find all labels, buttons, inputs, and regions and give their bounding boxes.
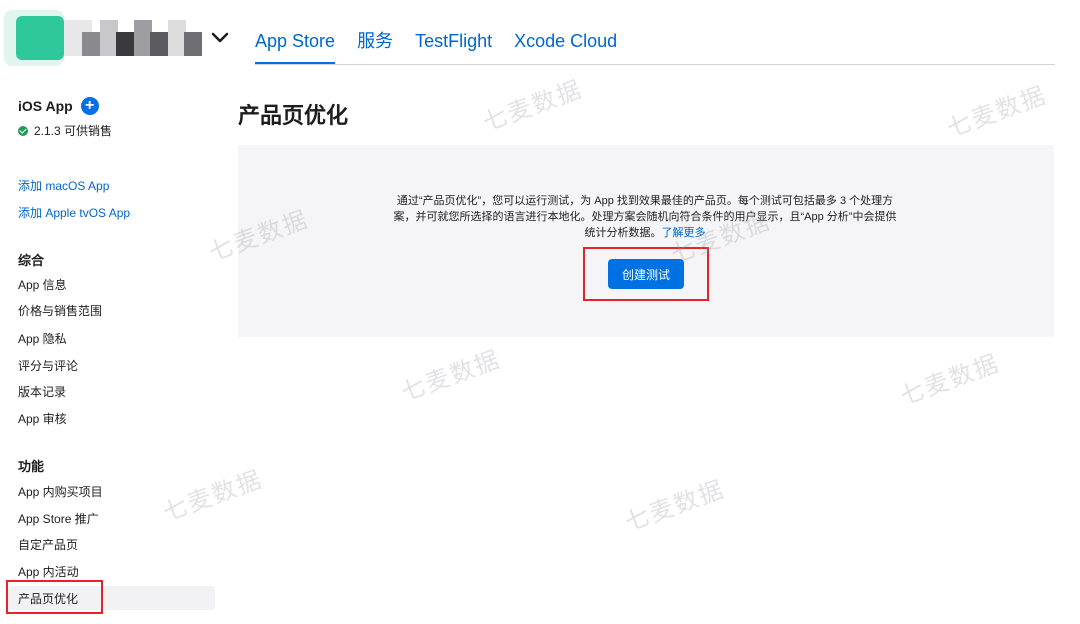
sidebar-item-app-review[interactable]: App 审核 bbox=[18, 410, 67, 427]
highlight-box-sidebar bbox=[6, 580, 103, 614]
top-nav-divider bbox=[255, 64, 1055, 65]
sidebar: iOS App + 2.1.3 可供销售 添加 macOS App 添加 App… bbox=[0, 0, 225, 624]
version-status-label: 2.1.3 可供销售 bbox=[34, 124, 113, 138]
watermark: 七麦数据 bbox=[397, 344, 505, 407]
page-title: 产品页优化 bbox=[238, 103, 349, 128]
tab-services[interactable]: 服务 bbox=[357, 29, 393, 53]
empty-state-description: 通过“产品页优化”，您可以运行测试，为 App 找到效果最佳的产品页。每个测试可… bbox=[345, 193, 945, 241]
version-status[interactable]: 2.1.3 可供销售 bbox=[18, 122, 112, 139]
top-nav-tabs: App Store 服务 TestFlight Xcode Cloud bbox=[255, 29, 639, 64]
green-check-icon bbox=[18, 125, 28, 136]
tab-testflight[interactable]: TestFlight bbox=[415, 29, 492, 53]
tab-xcode-cloud[interactable]: Xcode Cloud bbox=[514, 29, 617, 53]
description-line-3-wrap: 统计分析数据。了解更多 bbox=[345, 225, 945, 241]
sidebar-item-in-app-purchases[interactable]: App 内购买项目 bbox=[18, 483, 103, 500]
add-macos-app-link[interactable]: 添加 macOS App bbox=[18, 177, 109, 194]
add-platform-plus-icon[interactable]: + bbox=[80, 97, 99, 115]
sidebar-item-ratings[interactable]: 评分与评论 bbox=[18, 357, 78, 374]
sidebar-item-app-store-promotion[interactable]: App Store 推广 bbox=[18, 510, 99, 527]
watermark: 七麦数据 bbox=[479, 74, 587, 137]
watermark: 七麦数据 bbox=[621, 474, 729, 537]
sidebar-item-app-info[interactable]: App 信息 bbox=[18, 276, 67, 293]
section-header-general: 综合 bbox=[18, 253, 45, 268]
sidebar-item-pricing[interactable]: 价格与销售范围 bbox=[18, 302, 102, 319]
tab-app-store[interactable]: App Store bbox=[255, 29, 336, 64]
empty-state-panel bbox=[238, 145, 1054, 337]
sidebar-item-version-history[interactable]: 版本记录 bbox=[18, 383, 66, 400]
sidebar-item-in-app-events[interactable]: App 内活动 bbox=[18, 563, 79, 580]
description-line-1: 通过“产品页优化”，您可以运行测试，为 App 找到效果最佳的产品页。每个测试可… bbox=[396, 195, 894, 207]
app-platform-label: iOS App bbox=[18, 98, 73, 114]
sidebar-item-custom-product-pages[interactable]: 自定产品页 bbox=[18, 536, 78, 553]
add-tvos-app-link[interactable]: 添加 Apple tvOS App bbox=[18, 204, 130, 221]
description-line-2: 案，并可就您所选择的语言进行本地化。处理方案会随机向符合条件的用户显示，且“Ap… bbox=[393, 211, 897, 223]
watermark: 七麦数据 bbox=[896, 348, 1004, 411]
section-header-features: 功能 bbox=[18, 459, 45, 474]
sidebar-item-privacy[interactable]: App 隐私 bbox=[18, 330, 67, 347]
sidebar-app-title: iOS App + bbox=[18, 97, 99, 115]
watermark: 七麦数据 bbox=[943, 80, 1051, 143]
description-line-3: 统计分析数据。 bbox=[584, 227, 662, 239]
